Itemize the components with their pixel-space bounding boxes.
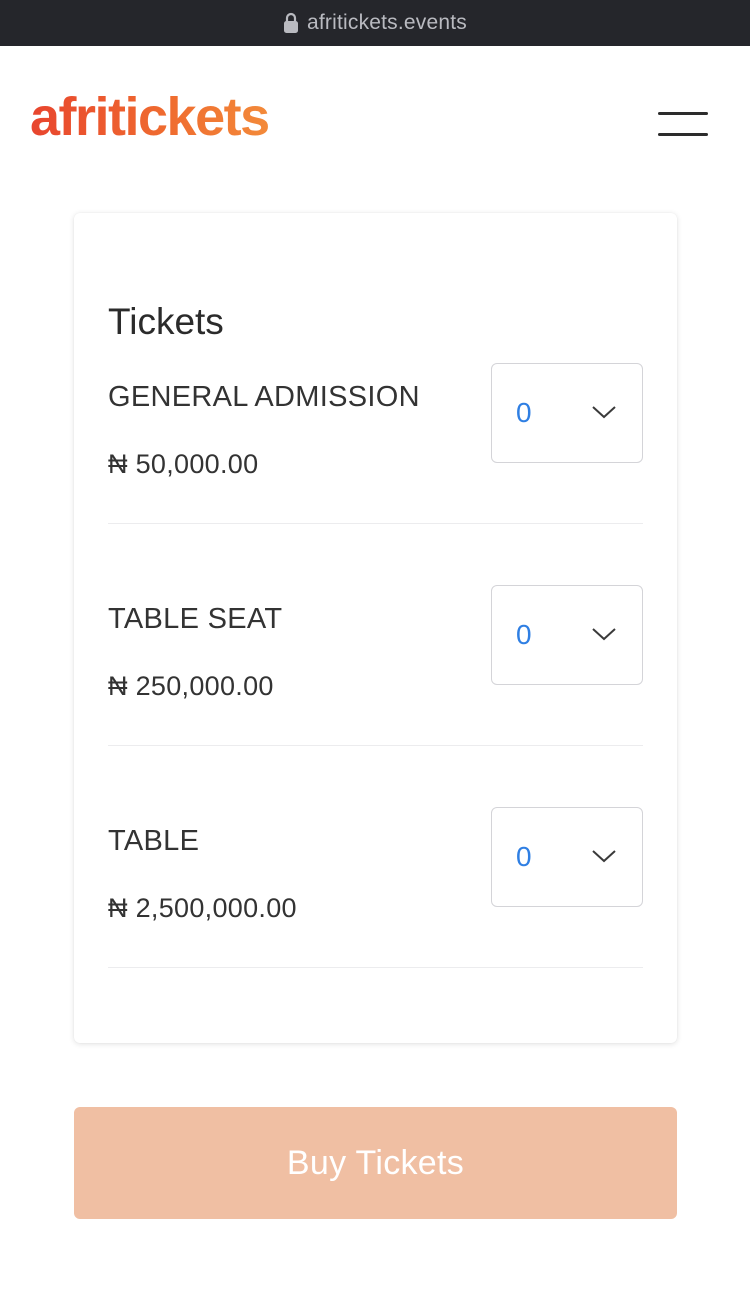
chevron-down-icon xyxy=(592,850,616,863)
ticket-price: ₦ 50,000.00 xyxy=(108,449,259,479)
quantity-select[interactable]: 0 xyxy=(491,363,643,463)
site-header: afritickets xyxy=(0,46,750,196)
ticket-name: TABLE SEAT xyxy=(108,603,283,635)
ticket-row-general-admission: GENERAL ADMISSION ₦ 50,000.00 0 xyxy=(108,363,643,585)
quantity-value: 0 xyxy=(516,841,532,872)
ticket-price: ₦ 250,000.00 xyxy=(108,671,274,701)
ticket-row-table: TABLE ₦ 2,500,000.00 0 xyxy=(108,807,643,1029)
afritickets-logo[interactable]: afritickets xyxy=(30,90,270,144)
ticket-name: GENERAL ADMISSION xyxy=(108,381,420,413)
chevron-down-icon xyxy=(592,406,616,419)
tickets-heading: Tickets xyxy=(108,301,224,342)
ticket-name: TABLE xyxy=(108,825,200,857)
quantity-select[interactable]: 0 xyxy=(491,807,643,907)
quantity-select[interactable]: 0 xyxy=(491,585,643,685)
lock-icon xyxy=(283,12,299,34)
hamburger-menu-icon[interactable] xyxy=(658,110,710,138)
url-text: afritickets.events xyxy=(307,11,467,34)
quantity-value: 0 xyxy=(516,397,532,428)
ticket-price: ₦ 2,500,000.00 xyxy=(108,893,297,923)
divider xyxy=(108,967,643,968)
buy-tickets-button[interactable]: Buy Tickets xyxy=(74,1107,677,1219)
divider xyxy=(108,745,643,746)
chevron-down-icon xyxy=(592,628,616,641)
ticket-row-table-seat: TABLE SEAT ₦ 250,000.00 0 xyxy=(108,585,643,807)
browser-url-bar[interactable]: afritickets.events xyxy=(0,0,750,46)
divider xyxy=(108,523,643,524)
tickets-card: Tickets GENERAL ADMISSION ₦ 50,000.00 0 … xyxy=(74,213,677,1043)
quantity-value: 0 xyxy=(516,619,532,650)
